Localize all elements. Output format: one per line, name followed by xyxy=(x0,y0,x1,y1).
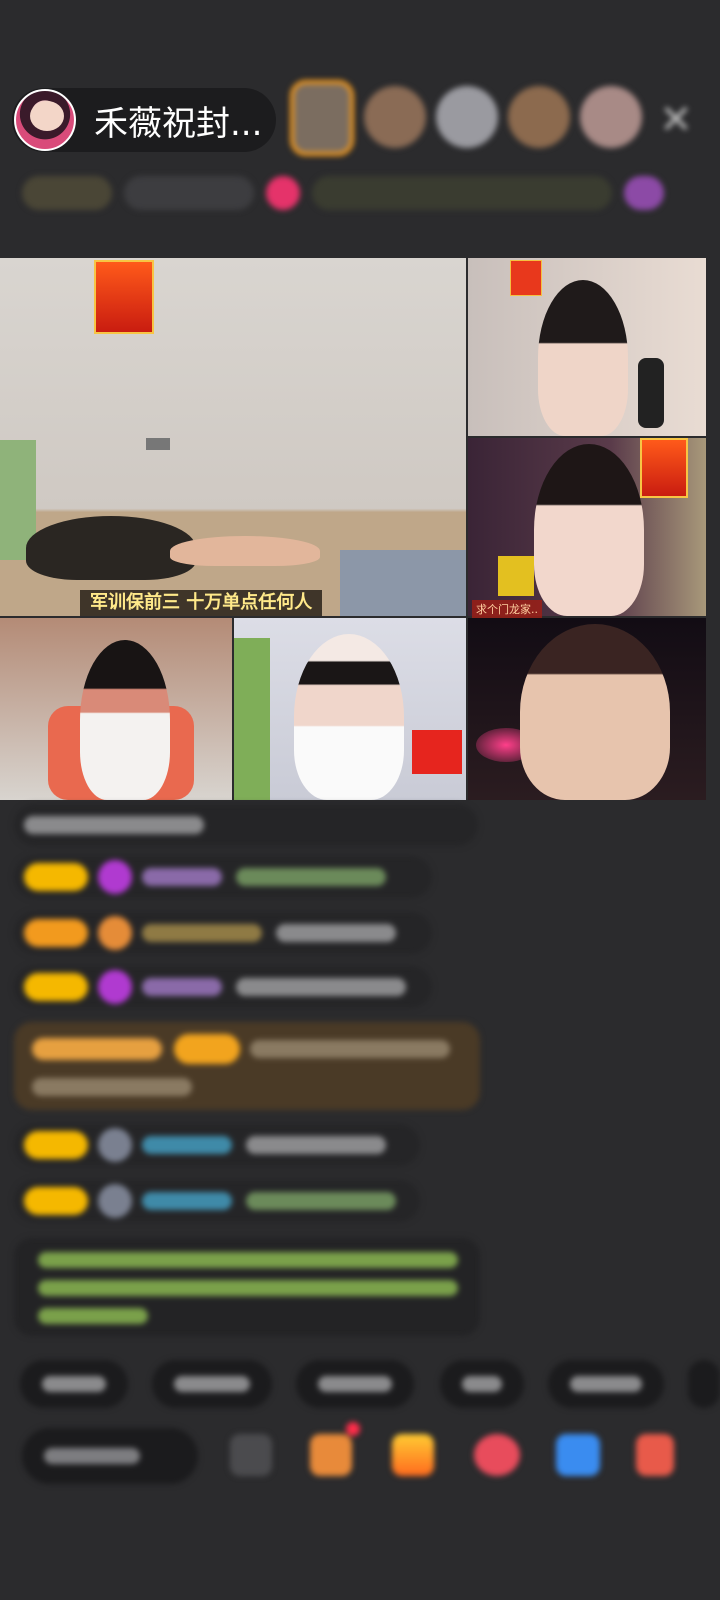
level-badge xyxy=(24,1187,88,1215)
diamond-icon xyxy=(98,860,132,894)
emoji-icon[interactable] xyxy=(230,1434,272,1476)
quick-reply-chip[interactable] xyxy=(688,1360,720,1408)
top-viewers-list xyxy=(290,80,642,156)
guest-video-tile-2[interactable] xyxy=(468,438,706,616)
announcement-message[interactable] xyxy=(14,1238,480,1336)
chat-message[interactable] xyxy=(14,1124,420,1166)
host-info-pill[interactable]: 禾薇祝封... xyxy=(12,88,276,152)
guest-streamer xyxy=(80,640,170,800)
notification-dot xyxy=(346,1422,360,1436)
gift-icon[interactable] xyxy=(624,176,664,210)
quick-reply-chip[interactable] xyxy=(296,1360,414,1408)
guest-streamer xyxy=(294,634,404,800)
guest-streamer xyxy=(538,280,628,436)
room-info-row xyxy=(22,172,692,214)
main-video-tile[interactable]: 军训保前三 十万单点任何人 xyxy=(0,258,466,616)
guest-video-tile-3[interactable] xyxy=(0,618,232,800)
shopping-bag-icon[interactable] xyxy=(310,1434,352,1476)
multi-guest-video-grid: 军训保前三 十万单点任何人 求个门龙家.. xyxy=(0,258,708,800)
chat-message[interactable] xyxy=(14,912,432,954)
comment-input[interactable] xyxy=(22,1428,198,1484)
guest-streamer xyxy=(534,444,644,616)
video-caption: 军训保前三 十万单点任何人 xyxy=(80,590,323,616)
host-avatar[interactable] xyxy=(14,89,76,151)
guest-tag: 求个门龙家.. xyxy=(472,600,542,618)
god-of-wealth-banner-image xyxy=(94,260,154,334)
quick-reply-chip[interactable] xyxy=(440,1360,524,1408)
quick-reply-chip[interactable] xyxy=(20,1360,128,1408)
viewer-avatar[interactable] xyxy=(364,86,426,148)
guest-video-tile-5[interactable] xyxy=(468,618,706,800)
yellow-pillow xyxy=(498,556,534,596)
close-icon[interactable]: ✕ xyxy=(656,100,696,140)
microphone xyxy=(638,358,664,428)
level-badge xyxy=(24,919,88,947)
fan-club-icon[interactable] xyxy=(474,1434,520,1476)
more-icon[interactable] xyxy=(636,1434,674,1476)
red-box xyxy=(412,730,462,774)
level-badge xyxy=(24,863,88,891)
user-avatar xyxy=(98,1184,132,1218)
level-badge xyxy=(24,973,88,1001)
fortune-sticker xyxy=(510,260,542,296)
viewer-avatar[interactable] xyxy=(290,80,354,156)
quick-reply-chip[interactable] xyxy=(548,1360,664,1408)
announcement-chip[interactable] xyxy=(312,176,612,210)
chat-message[interactable] xyxy=(14,804,478,846)
rank-chip[interactable] xyxy=(124,176,254,210)
person-legs xyxy=(170,536,320,566)
guest-streamer xyxy=(520,624,670,800)
gift-box-icon[interactable] xyxy=(392,1434,434,1476)
chat-message[interactable] xyxy=(14,1180,420,1222)
quick-reply-chip[interactable] xyxy=(152,1360,272,1408)
viewer-avatar[interactable] xyxy=(508,86,570,148)
guest-video-tile-4[interactable] xyxy=(234,618,466,800)
fan-badge-icon xyxy=(98,916,132,950)
guest-video-tile-1[interactable] xyxy=(468,258,706,436)
room-badge[interactable] xyxy=(22,176,112,210)
user-avatar xyxy=(98,1128,132,1162)
plant xyxy=(234,638,270,800)
level-badge xyxy=(24,1131,88,1159)
god-of-wealth-banner-image xyxy=(640,438,688,498)
chat-message[interactable] xyxy=(14,966,432,1008)
chat-message[interactable] xyxy=(14,856,432,898)
game-icon[interactable] xyxy=(556,1434,600,1476)
host-name: 禾薇祝封... xyxy=(94,103,263,144)
viewer-avatar[interactable] xyxy=(436,86,498,148)
heart-icon[interactable] xyxy=(266,176,300,210)
diamond-icon xyxy=(98,970,132,1004)
floor-mat xyxy=(340,550,466,616)
wall-socket xyxy=(146,438,170,450)
viewer-avatar[interactable] xyxy=(580,86,642,148)
system-message[interactable] xyxy=(14,1022,480,1110)
